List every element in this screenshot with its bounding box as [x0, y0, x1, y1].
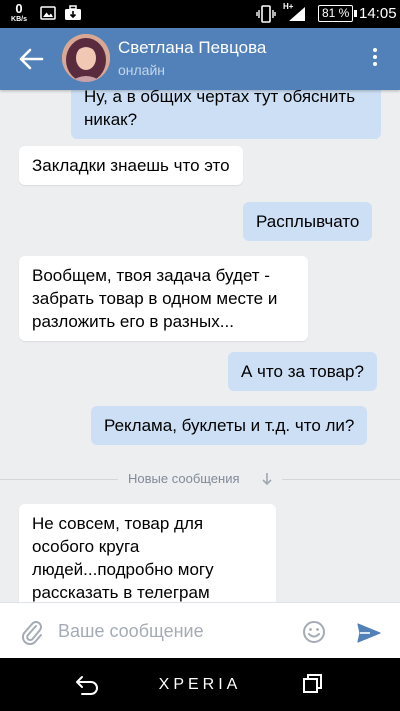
- device-brand-label: XPERIA: [158, 676, 242, 693]
- network-speed-unit: KB/s: [11, 16, 27, 23]
- send-icon[interactable]: [356, 621, 382, 645]
- message-bubble-incoming[interactable]: Закладки знаешь что это: [19, 146, 243, 185]
- message-input[interactable]: [58, 615, 288, 647]
- divider-line: [282, 479, 400, 480]
- message-bubble-outgoing[interactable]: Расплывчато: [243, 202, 373, 241]
- briefcase-download-icon: [65, 5, 81, 20]
- message-bubble-outgoing[interactable]: Реклама, буклеты и т.д. что ли?: [91, 406, 368, 445]
- emoji-icon[interactable]: [302, 620, 326, 644]
- message-bubble-incoming[interactable]: Не совсем, товар для особого круга людей…: [19, 504, 276, 602]
- network-speed-indicator: 0 KB/s: [6, 2, 32, 23]
- message-text: Вообщем, твоя задача будет - забрать тов…: [32, 266, 278, 331]
- paperclip-icon[interactable]: [20, 619, 44, 645]
- image-notification-icon: [40, 6, 56, 20]
- chat-header: Светлана Певцова онлайн: [0, 28, 400, 90]
- network-speed-value: 0: [15, 1, 23, 16]
- contact-name[interactable]: Светлана Певцова: [118, 38, 266, 58]
- recent-apps-icon[interactable]: [301, 673, 323, 695]
- message-list[interactable]: Ну, а в общих чертах тут обяснить никак?…: [0, 90, 400, 602]
- status-bar: 0 KB/s H+ 81 % 14:05: [0, 0, 400, 28]
- message-text: Расплывчато: [256, 212, 360, 231]
- message-text: Не совсем, товар для особого круга людей…: [32, 514, 214, 602]
- vibrate-icon: [256, 5, 276, 23]
- contact-avatar[interactable]: [62, 34, 110, 82]
- back-arrow-icon[interactable]: [18, 47, 44, 71]
- overflow-menu-icon[interactable]: [366, 45, 384, 71]
- clock: 14:05: [359, 5, 397, 22]
- message-bubble-outgoing[interactable]: Ну, а в общих чертах тут обяснить никак?: [71, 90, 381, 139]
- signal-strength-icon: [289, 7, 305, 21]
- avatar-portrait-icon: [62, 34, 110, 82]
- system-navigation-bar: XPERIA: [0, 658, 400, 711]
- new-messages-label: Новые сообщения: [128, 471, 240, 486]
- battery-indicator: 81 %: [318, 5, 358, 22]
- message-text: А что за товар?: [241, 362, 364, 381]
- message-text: Ну, а в общих чертах тут обяснить никак?: [84, 90, 356, 129]
- message-bubble-outgoing[interactable]: А что за товар?: [228, 352, 377, 391]
- message-text: Закладки знаешь что это: [32, 156, 230, 175]
- divider-line: [0, 479, 118, 480]
- message-bubble-incoming[interactable]: Вообщем, твоя задача будет - забрать тов…: [19, 256, 308, 341]
- arrow-down-icon: [262, 473, 272, 486]
- contact-online-status: онлайн: [118, 62, 166, 78]
- message-text: Реклама, буклеты и т.д. что ли?: [104, 416, 355, 435]
- message-composer: [0, 602, 400, 658]
- new-messages-divider: Новые сообщения: [0, 470, 400, 490]
